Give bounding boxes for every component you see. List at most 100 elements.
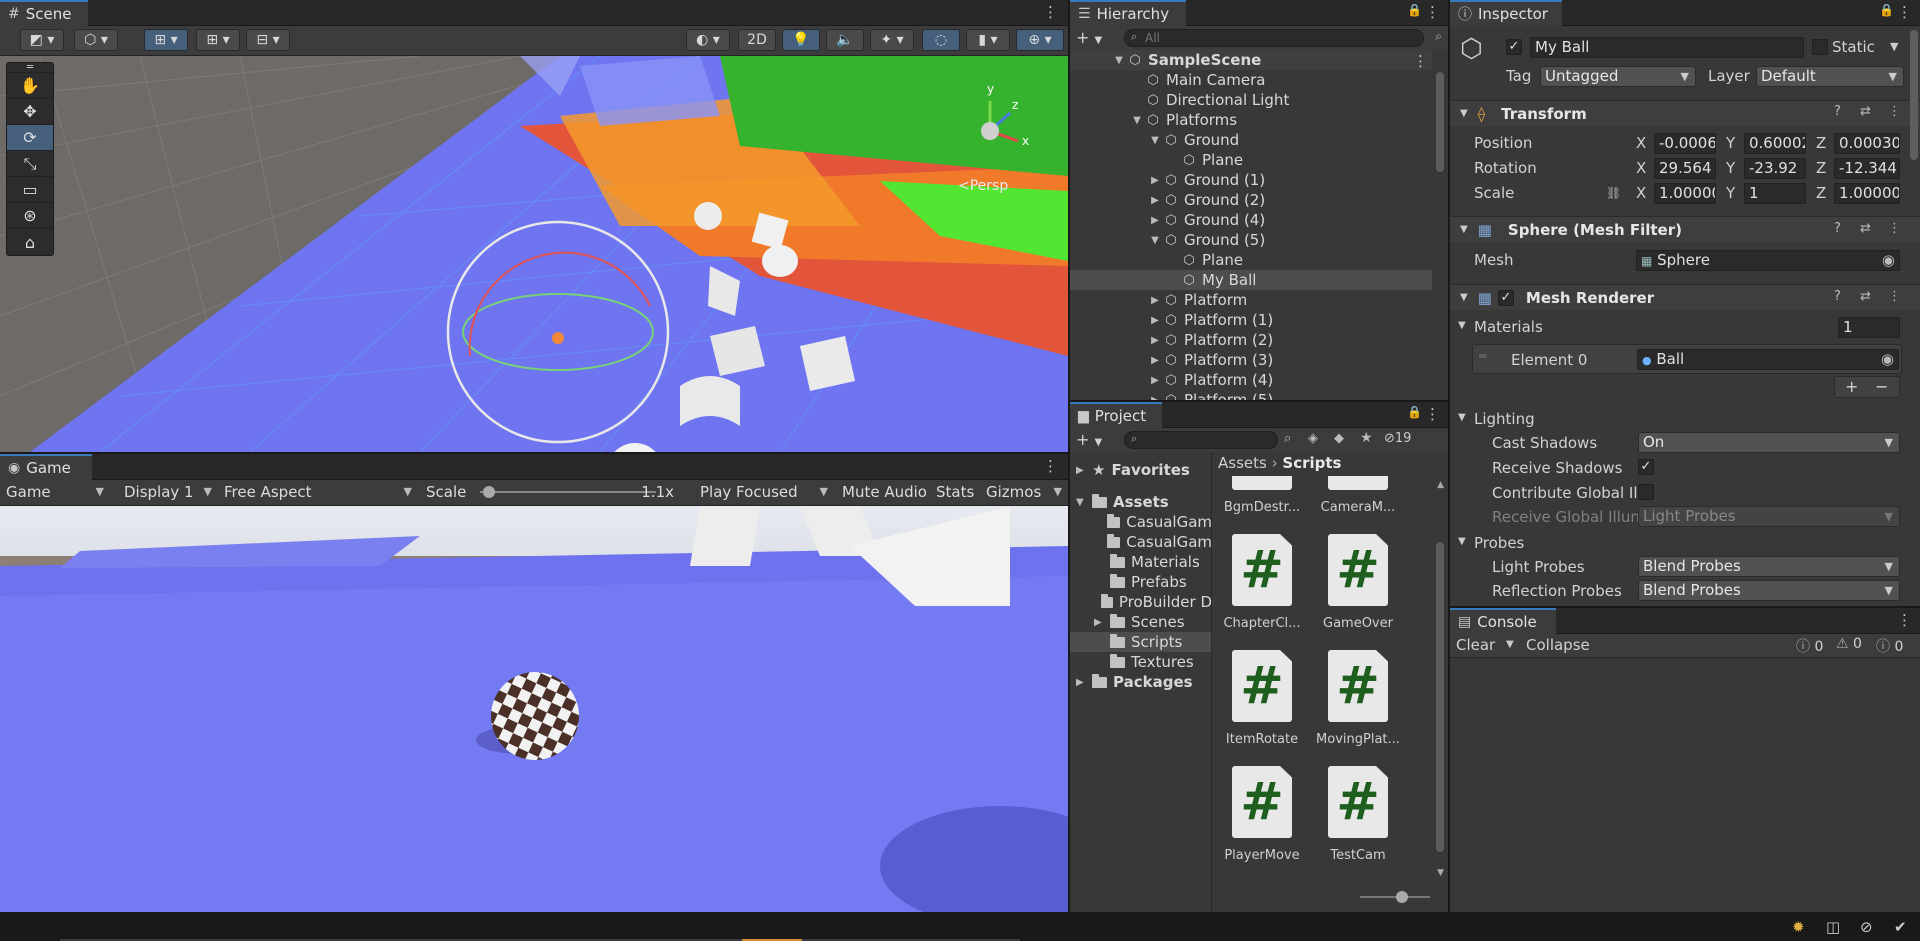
project-search[interactable]: ⌕ [1124,431,1278,449]
lock-icon[interactable]: 🔒 [1407,405,1422,419]
draw-mode-button[interactable]: ◩ ▾ [20,29,64,51]
hidden-objects-icon[interactable]: ◌ [922,29,960,51]
script-asset[interactable]: # ItemRotate [1214,650,1310,747]
inspector-menu-icon[interactable]: ⋮ [1897,3,1912,21]
scale-y-field[interactable]: 1 [1744,183,1806,204]
add-element-button[interactable]: + [1845,377,1858,396]
expand-right-icon[interactable]: ▶ [1148,395,1162,401]
material-field[interactable]: ● Ball ◉ [1637,349,1899,370]
hierarchy-item[interactable]: ▶ ⬡ Platform [1070,290,1432,310]
project-menu-icon[interactable]: ⋮ [1425,405,1440,423]
script-asset[interactable]: # TestCam [1310,766,1406,863]
drag-handle-icon[interactable]: ═ [1479,349,1486,363]
expand-down-icon[interactable]: ▼ [1148,235,1162,246]
hierarchy-item[interactable]: ▼ ⬡ SampleScene [1070,50,1432,70]
persp-label[interactable]: <Persp [958,178,1008,194]
project-tree-item[interactable]: CasualGam [1070,512,1211,532]
hierarchy-scrollbar[interactable] [1436,72,1444,172]
script-asset[interactable]: # PlayerMove [1214,766,1310,863]
hierarchy-menu-icon[interactable]: ⋮ [1425,3,1440,21]
tab-hierarchy[interactable]: ☰ Hierarchy [1070,0,1186,26]
layers-icon[interactable]: ◫ [1826,918,1840,936]
help-icon[interactable]: ? [1834,289,1841,304]
materials-foldout-icon[interactable]: ▼ [1458,320,1466,331]
hierarchy-item[interactable]: ▶ ⬡ Ground (4) [1070,210,1432,230]
expand-down-icon[interactable]: ▼ [1130,115,1144,126]
scale-slider-thumb[interactable] [482,486,495,498]
rect-tool-icon[interactable]: ▭ [7,177,53,203]
hierarchy-item[interactable]: ▶ ⬡ Platform (4) [1070,370,1432,390]
static-checkbox[interactable] [1812,39,1828,55]
transform-tool-icon[interactable]: ⊛ [7,203,53,229]
layer-dropdown[interactable]: Default ▼ [1756,66,1904,87]
breadcrumb-assets[interactable]: Assets [1218,454,1267,472]
asset-scrollbar[interactable] [1436,542,1444,852]
object-name-field[interactable]: My Ball [1530,37,1804,58]
create-asset-button[interactable]: + ▼ [1076,430,1102,449]
constrain-proportions-icon[interactable]: ⛓ [1606,186,1621,200]
render-mode-button[interactable]: ◐ ▾ [686,29,730,51]
debug-mode-icon[interactable]: ✹ [1792,918,1805,936]
scene-viewport[interactable]: y z x <Persp ═ ✋ ✥ ⟳ ⤡ ▭ ⊛ ⌂ [0,56,1068,452]
expand-right-icon[interactable]: ▶ [1148,175,1162,186]
tab-console[interactable]: ▤ Console [1450,608,1556,634]
receive-shadows-checkbox[interactable]: ✓ [1638,459,1654,475]
gizmos-dropdown[interactable]: Gizmos ▼ [980,480,1068,504]
project-tree-item[interactable]: CasualGam [1070,532,1211,552]
collapse-button[interactable]: Collapse [1526,636,1590,654]
scale-slider-track[interactable] [480,491,656,493]
lock-icon[interactable]: 🔒 [1879,3,1894,17]
filter-label-icon[interactable]: ◆ [1334,431,1344,446]
cast-shadows-dropdown[interactable]: On ▼ [1638,432,1900,453]
rotation-z-field[interactable]: -12.344 [1834,158,1900,179]
info-filter-button[interactable]: ⓘ 0 [1796,636,1823,656]
hierarchy-item[interactable]: ▼ ⬡ Platforms [1070,110,1432,130]
project-tree-item[interactable]: Prefabs [1070,572,1211,592]
increment-snap-button[interactable]: ⊟ ▾ [246,29,290,51]
game-menu-icon[interactable]: ⋮ [1043,457,1058,475]
check-icon[interactable]: ✔ [1894,918,1907,936]
hierarchy-item[interactable]: ▶ ⬡ Ground (2) [1070,190,1432,210]
clear-button[interactable]: Clear [1456,636,1495,654]
light-probes-dropdown[interactable]: Blend Probes ▼ [1638,556,1900,577]
breadcrumb-scripts[interactable]: Scripts [1282,454,1341,472]
project-tree-item[interactable]: ▼ Assets [1070,492,1211,512]
script-asset[interactable]: # CameraM... [1310,476,1406,515]
grid-snap-button[interactable]: ⊞ ▾ [144,29,188,51]
position-z-field[interactable]: 0.00030 [1834,133,1900,154]
scale-x-field[interactable]: 1.00000 [1654,183,1716,204]
project-tree-item[interactable]: ▶ ★ Favorites [1070,460,1211,480]
tab-project[interactable]: ▆ Project [1070,402,1162,428]
project-tree-item[interactable]: Materials [1070,552,1211,572]
materials-count-field[interactable]: 1 [1838,317,1900,338]
scene-context-icon[interactable]: ⋮ [1413,52,1428,70]
hierarchy-item[interactable]: ⬡ My Ball [1070,270,1432,290]
display-dropdown[interactable]: Display 1 ▼ [118,480,218,504]
hierarchy-search[interactable]: ⌕ [1124,29,1424,47]
hierarchy-item[interactable]: ⬡ Directional Light [1070,90,1432,110]
expand-right-icon[interactable]: ▶ [1076,465,1092,476]
custom-tool-icon[interactable]: ⌂ [7,229,53,255]
renderer-enabled-checkbox[interactable]: ✓ [1497,289,1514,306]
mesh-field[interactable]: ▦ Sphere ◉ [1636,250,1900,271]
component-menu-icon[interactable]: ⋮ [1888,221,1901,236]
tab-scene[interactable]: # Scene [0,0,88,26]
lighting-toggle-icon[interactable]: 💡 [782,29,820,51]
game-viewport[interactable] [0,506,1068,912]
hierarchy-item[interactable]: ▶ ⬡ Platform (5) [1070,390,1432,400]
hidden-packages-button[interactable]: ⊘19 [1384,431,1411,446]
play-mode-dropdown[interactable]: Play Focused ▼ [694,480,834,504]
hierarchy-search-input[interactable] [1145,31,1415,45]
preset-icon[interactable]: ⇄ [1860,104,1871,119]
add-object-button[interactable]: + ▼ [1076,28,1102,47]
scene-camera-icon[interactable]: ▮ ▾ [966,29,1010,51]
expand-right-icon[interactable]: ▶ [1148,215,1162,226]
view-dropdown[interactable]: Game ▼ [0,480,110,504]
help-icon[interactable]: ? [1834,104,1841,119]
mesh-renderer-header[interactable]: ▼ ▦ ✓ Mesh Renderer [1450,284,1920,310]
script-asset[interactable]: # BgmDestr... [1214,476,1310,515]
hierarchy-item[interactable]: ▶ ⬡ Platform (1) [1070,310,1432,330]
tab-inspector[interactable]: ⓘ Inspector [1450,0,1562,26]
scale-tool-icon[interactable]: ⤡ [7,151,53,177]
rotation-y-field[interactable]: -23.92 [1744,158,1806,179]
